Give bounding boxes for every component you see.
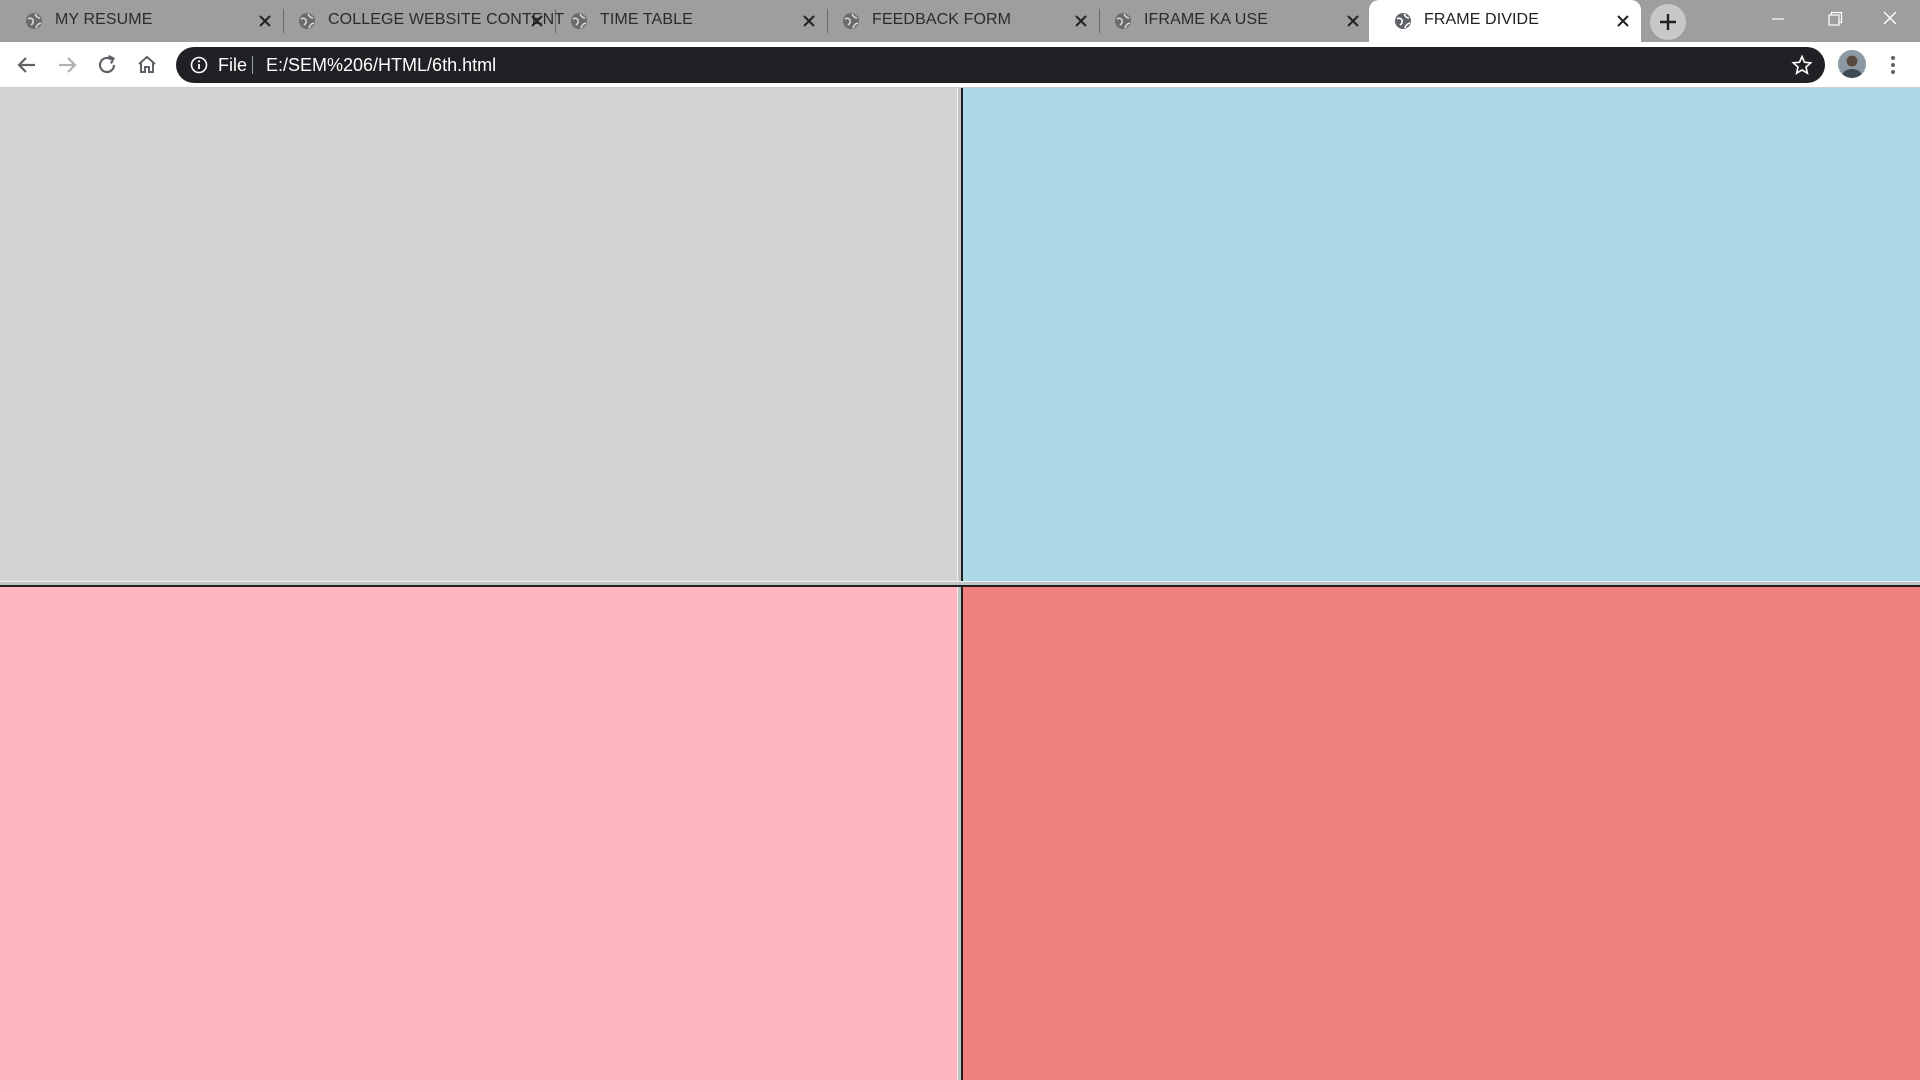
close-icon[interactable] bbox=[255, 11, 275, 31]
close-icon bbox=[1883, 11, 1897, 25]
globe-icon bbox=[1115, 13, 1131, 29]
frame-bottom-right[interactable] bbox=[963, 587, 1920, 1080]
close-icon[interactable] bbox=[799, 11, 819, 31]
omnibox-divider bbox=[252, 56, 253, 74]
plus-icon bbox=[1660, 14, 1676, 30]
address-bar[interactable]: File E:/SEM%206/HTML/6th.html bbox=[176, 47, 1825, 83]
globe-icon bbox=[299, 13, 315, 29]
frame-top-left[interactable] bbox=[0, 88, 957, 581]
frame-top-right[interactable] bbox=[963, 88, 1920, 581]
globe-icon bbox=[26, 13, 42, 29]
globe-icon bbox=[843, 13, 859, 29]
globe-icon bbox=[571, 13, 587, 29]
frame-bottom-left[interactable] bbox=[0, 587, 957, 1080]
minimize-icon bbox=[1772, 18, 1784, 20]
close-icon[interactable] bbox=[1071, 11, 1091, 31]
frame-border-horizontal[interactable] bbox=[0, 581, 1920, 587]
tab-title: MY RESUME bbox=[55, 11, 153, 28]
close-icon[interactable] bbox=[527, 11, 547, 31]
person-icon bbox=[1838, 50, 1866, 78]
tab-my-resume[interactable]: MY RESUME bbox=[0, 0, 283, 42]
back-arrow-icon[interactable] bbox=[14, 52, 40, 78]
tab-title: TIME TABLE bbox=[600, 11, 693, 28]
profile-avatar[interactable] bbox=[1838, 50, 1866, 78]
star-icon[interactable] bbox=[1791, 54, 1813, 76]
home-icon[interactable] bbox=[134, 52, 160, 78]
tab-strip: MY RESUME COLLEGE WEBSITE CONTENT TIME T… bbox=[0, 0, 1920, 42]
tab-title: FRAME DIVIDE bbox=[1424, 11, 1539, 28]
reload-icon[interactable] bbox=[94, 52, 120, 78]
url-text[interactable]: E:/SEM%206/HTML/6th.html bbox=[266, 55, 496, 76]
scheme-label: File bbox=[218, 55, 248, 75]
forward-arrow-icon[interactable] bbox=[54, 52, 80, 78]
new-tab-button[interactable] bbox=[1650, 4, 1686, 40]
restore-button[interactable] bbox=[1806, 0, 1862, 40]
globe-icon bbox=[1395, 13, 1411, 29]
close-icon[interactable] bbox=[1343, 11, 1363, 31]
close-icon[interactable] bbox=[1613, 11, 1633, 31]
tab-title: FEEDBACK FORM bbox=[872, 11, 1012, 28]
info-icon[interactable] bbox=[190, 56, 208, 74]
tab-time-table[interactable]: TIME TABLE bbox=[545, 0, 827, 42]
browser-toolbar: File E:/SEM%206/HTML/6th.html bbox=[0, 42, 1920, 88]
tab-college-website-content[interactable]: COLLEGE WEBSITE CONTENT bbox=[273, 0, 564, 42]
restore-icon bbox=[1828, 11, 1843, 26]
tab-feedback-form[interactable]: FEEDBACK FORM bbox=[817, 0, 1099, 42]
page-content bbox=[0, 88, 1920, 1080]
tab-title: IFRAME KA USE bbox=[1144, 11, 1268, 28]
more-vertical-icon[interactable] bbox=[1883, 53, 1903, 77]
tab-iframe-ka-use[interactable]: IFRAME KA USE bbox=[1089, 0, 1371, 42]
close-window-button[interactable] bbox=[1862, 0, 1918, 40]
tab-frame-divide[interactable]: FRAME DIVIDE bbox=[1369, 0, 1641, 42]
minimize-button[interactable] bbox=[1750, 0, 1806, 40]
